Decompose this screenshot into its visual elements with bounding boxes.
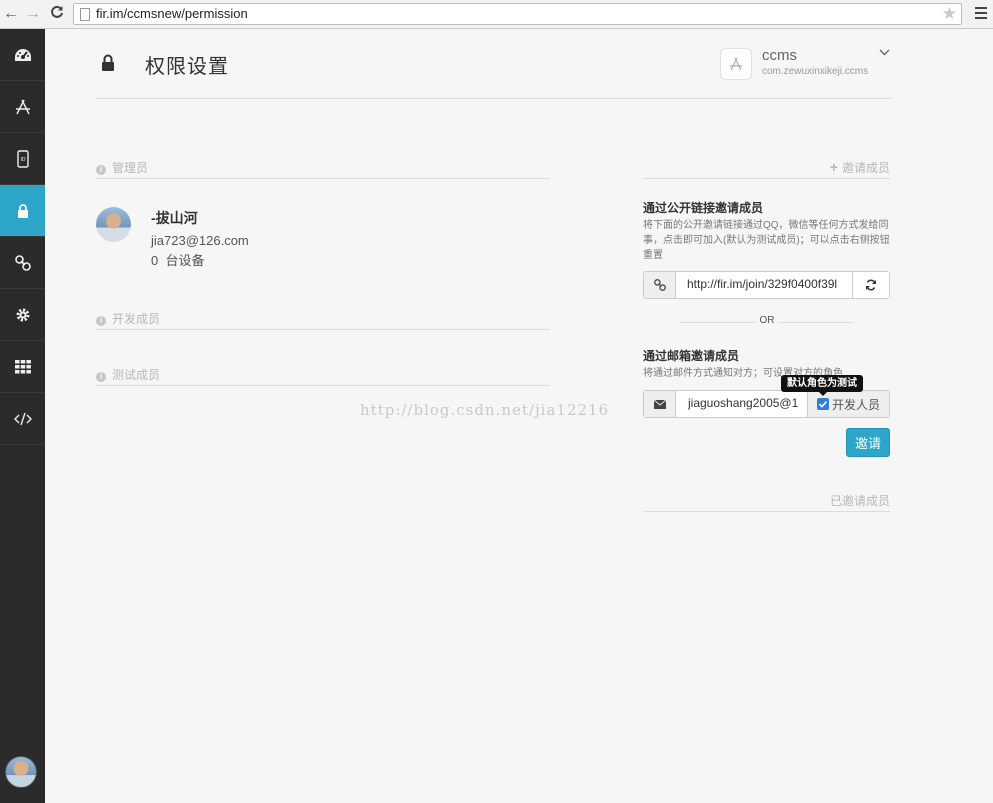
sidebar-item-api[interactable] bbox=[0, 393, 45, 445]
browser-menu-icon[interactable] bbox=[975, 7, 987, 20]
invited-heading-label: 已邀请成员 bbox=[829, 494, 890, 508]
device-count-label: 台设备 bbox=[165, 253, 205, 268]
testers-heading-label: 测试成员 bbox=[112, 368, 161, 382]
plus-icon: + bbox=[829, 159, 838, 175]
invite-button[interactable]: 邀请 bbox=[846, 428, 890, 457]
address-bar[interactable]: fir.im/ccmsnew/permission ★ bbox=[73, 3, 962, 25]
reload-icon[interactable] bbox=[48, 5, 66, 23]
admins-section-heading: i 管理员 bbox=[96, 159, 550, 179]
member-name: -拔山河 bbox=[151, 210, 198, 226]
or-label: OR bbox=[756, 315, 778, 326]
list-item: -拔山河 jia723@126.com 0 台设备 bbox=[96, 207, 396, 277]
dashboard-icon bbox=[14, 48, 31, 61]
sidebar-item-devices[interactable]: ID bbox=[0, 133, 45, 185]
info-icon: i bbox=[96, 165, 106, 175]
reset-link-button[interactable] bbox=[852, 272, 889, 298]
info-icon: i bbox=[96, 372, 106, 382]
role-label: 开发人员 bbox=[831, 397, 880, 412]
back-icon[interactable]: ← bbox=[2, 5, 20, 23]
avatar bbox=[96, 207, 131, 242]
page-icon bbox=[80, 8, 90, 21]
link-addon bbox=[644, 272, 676, 298]
invite-email-group: jiaguoshang2005@1 开发人员 bbox=[643, 390, 890, 418]
developers-section-heading: i 开发成员 bbox=[96, 310, 550, 330]
app-icon bbox=[720, 48, 752, 80]
gear-icon bbox=[16, 308, 29, 321]
email-invite-title: 通过邮箱邀请成员 bbox=[643, 349, 740, 363]
invited-members-heading: 已邀请成员 bbox=[643, 492, 890, 512]
email-addon bbox=[644, 391, 676, 417]
device-udid-icon: ID bbox=[16, 149, 29, 168]
admins-heading-label: 管理员 bbox=[112, 161, 149, 175]
member-device-count: 0 台设备 bbox=[151, 250, 204, 269]
role-tooltip: 默认角色为测试 bbox=[781, 375, 863, 396]
lock-icon bbox=[102, 54, 114, 71]
device-count-value: 0 bbox=[151, 253, 159, 268]
grid-icon bbox=[14, 359, 31, 373]
sidebar-item-permission[interactable] bbox=[0, 185, 45, 237]
user-avatar[interactable] bbox=[5, 756, 37, 788]
url-text[interactable]: fir.im/ccmsnew/permission bbox=[96, 6, 248, 22]
sidebar-item-dashboard[interactable] bbox=[0, 29, 45, 81]
developers-heading-label: 开发成员 bbox=[112, 312, 161, 326]
app-switcher[interactable]: ccms com.zewuxinxikeji.ccms bbox=[720, 46, 892, 82]
browser-toolbar: ← → fir.im/ccmsnew/permission ★ bbox=[0, 0, 993, 29]
app-bundle-id: com.zewuxinxikeji.ccms bbox=[762, 66, 869, 77]
link-icon bbox=[653, 279, 666, 291]
app-store-icon bbox=[15, 99, 30, 114]
link-invite-description: 将下面的公开邀请链接通过QQ，微信等任何方式发给同事，点击即可加入(默认为测试成… bbox=[643, 220, 890, 261]
info-icon: i bbox=[96, 316, 106, 326]
page-header: 权限设置 ccms com.zewuxinxikeji.ccms bbox=[96, 29, 892, 99]
member-email: jia723@126.com bbox=[151, 233, 249, 248]
forward-icon[interactable]: → bbox=[24, 5, 42, 23]
invite-section-heading[interactable]: + 邀请成员 bbox=[643, 159, 890, 179]
sidebar-item-apps[interactable] bbox=[0, 81, 45, 133]
invite-heading-label: 邀请成员 bbox=[841, 161, 890, 175]
checkmark-icon bbox=[818, 401, 828, 408]
bookmark-star-icon[interactable]: ★ bbox=[942, 4, 957, 24]
sidebar: ID bbox=[0, 29, 45, 803]
invite-link-group: http://fir.im/join/329f0400f39l bbox=[643, 271, 890, 299]
link-invite-title: 通过公开链接邀请成员 bbox=[643, 201, 764, 215]
code-icon bbox=[13, 412, 32, 425]
sidebar-item-settings[interactable] bbox=[0, 289, 45, 341]
svg-text:ID: ID bbox=[20, 157, 25, 163]
sidebar-item-links[interactable] bbox=[0, 237, 45, 289]
page-title: 权限设置 bbox=[145, 56, 229, 78]
chevron-down-icon[interactable] bbox=[879, 49, 890, 56]
invite-email-input[interactable]: jiaguoshang2005@1 bbox=[688, 396, 806, 410]
link-icon bbox=[14, 254, 31, 271]
role-checkbox[interactable] bbox=[816, 398, 829, 410]
app-name: ccms bbox=[762, 47, 797, 64]
sidebar-item-apps-grid[interactable] bbox=[0, 341, 45, 393]
invite-link-input[interactable]: http://fir.im/join/329f0400f39l bbox=[687, 277, 845, 291]
lock-icon bbox=[17, 203, 28, 218]
main-content: 权限设置 ccms com.zewuxinxikeji.ccms i 管理员 -拔… bbox=[45, 29, 993, 803]
testers-section-heading: i 测试成员 bbox=[96, 366, 550, 386]
refresh-icon bbox=[866, 279, 876, 291]
envelope-icon bbox=[653, 399, 666, 409]
watermark: http://blog.csdn.net/jia12216 bbox=[360, 401, 610, 419]
